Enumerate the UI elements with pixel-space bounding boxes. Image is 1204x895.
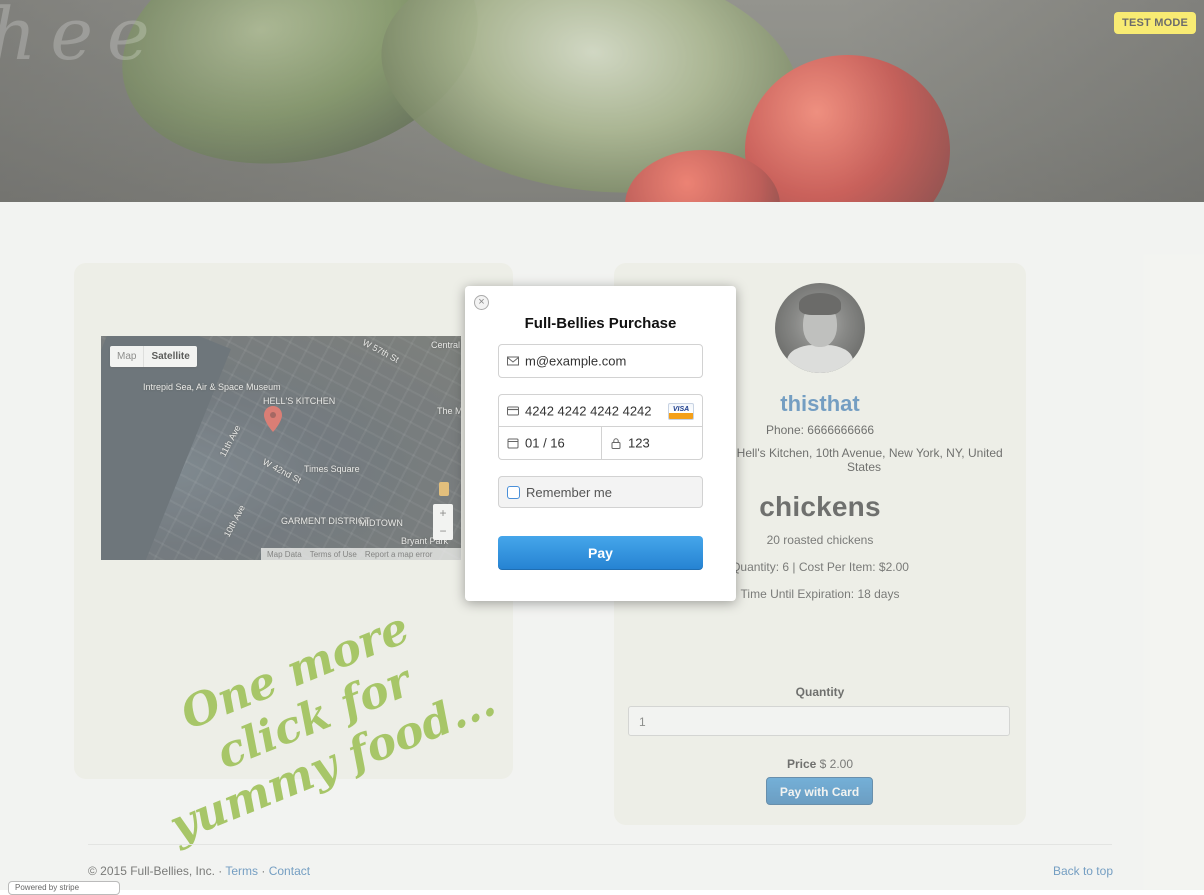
visa-icon: VISA [668,403,694,420]
pay-button[interactable]: Pay [498,536,703,570]
lock-icon [611,438,621,449]
email-field[interactable]: m@example.com [498,344,703,378]
card-number-value: 4242 4242 4242 4242 [525,403,652,418]
cvc-value: 123 [628,435,650,451]
remember-me-label: Remember me [526,485,612,500]
checkout-modal: × Full-Bellies Purchase m@example.com 42… [465,286,736,601]
checkout-title: Full-Bellies Purchase [524,315,677,332]
card-number-field[interactable]: 4242 4242 4242 4242 VISA [498,394,703,427]
remember-me-row[interactable]: Remember me [498,476,703,508]
calendar-icon [507,438,519,449]
credit-card-icon [507,406,519,415]
stripe-badge[interactable]: Powered by stripe [8,881,120,895]
email-value: m@example.com [525,353,627,369]
expiry-field[interactable]: 01 / 16 [498,426,602,460]
close-icon[interactable]: × [474,295,489,310]
cvc-field[interactable]: 123 [601,426,703,460]
remember-me-checkbox[interactable] [507,486,520,499]
expiry-value: 01 / 16 [525,435,565,451]
envelope-icon [507,356,519,366]
